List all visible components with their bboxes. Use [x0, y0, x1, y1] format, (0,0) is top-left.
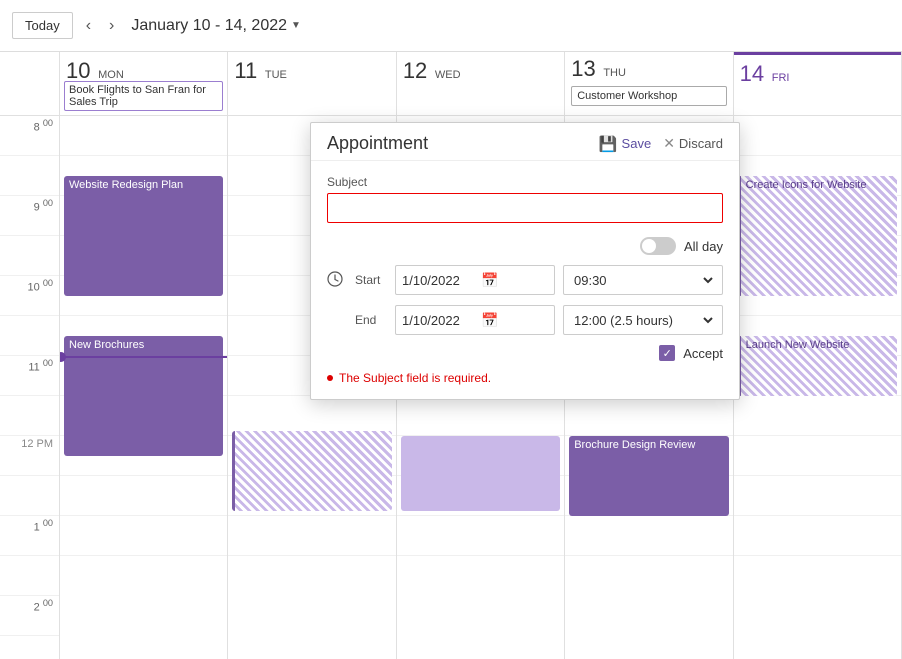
dialog-actions: 💾 Save ✕ Discard	[599, 135, 723, 153]
day-header-wed: 12 Wed	[397, 52, 564, 116]
event-create-icons[interactable]: Create Icons for Website	[738, 176, 897, 296]
day-header-fri: 14 Fri	[734, 52, 901, 116]
event-wed-bottom[interactable]	[401, 436, 560, 511]
dialog-title: Appointment	[327, 133, 428, 154]
day-name-thu: Thu	[603, 67, 626, 79]
day-header-thu: 13 Thu Customer Workshop	[565, 52, 732, 116]
time-gutter: 8 00 9 00 10 00 11 00 12 PM 1 00 2 00 3 …	[0, 52, 60, 659]
calendar-header: Today ‹ › January 10 - 14, 2022 ▼	[0, 0, 902, 52]
event-launch-website[interactable]: Launch New Website	[738, 336, 897, 396]
clock-icon	[327, 271, 347, 290]
end-date-field[interactable]	[402, 313, 477, 328]
day-columns: 10 Mon Book Flights to San Fran for Sale…	[60, 52, 902, 659]
event-new-brochures[interactable]: New Brochures	[64, 336, 223, 456]
today-button[interactable]: Today	[12, 12, 73, 39]
start-time-dropdown[interactable]: 09:30	[570, 272, 716, 289]
day-col-fri: 14 Fri Create Icons for Website Launch N…	[734, 52, 902, 659]
subject-group: Subject	[327, 175, 723, 223]
time-11h	[0, 396, 59, 436]
day-name-tue: Tue	[265, 69, 287, 81]
day-num-tue: 11	[234, 58, 257, 84]
accept-row: ✓ Accept	[327, 345, 723, 361]
time-10: 10 00	[0, 276, 59, 316]
day-name-mon: Mon	[98, 69, 124, 81]
end-label: End	[355, 313, 387, 327]
start-date-input[interactable]: 📅	[395, 265, 555, 295]
day-name-fri: Fri	[772, 72, 790, 84]
subject-input[interactable]	[327, 193, 723, 223]
time-1h	[0, 556, 59, 596]
end-date-input[interactable]: 📅	[395, 305, 555, 335]
calendar-body: 8 00 9 00 10 00 11 00 12 PM 1 00 2 00 3 …	[0, 52, 902, 659]
time-9: 9 00	[0, 196, 59, 236]
end-time-select[interactable]: 12:00 (2.5 hours)	[563, 305, 723, 335]
next-button[interactable]: ›	[104, 15, 119, 37]
event-tue-bottom1[interactable]	[232, 431, 391, 511]
calendar-icon-start[interactable]: 📅	[481, 272, 498, 289]
discard-button[interactable]: ✕ Discard	[663, 135, 723, 152]
end-time-dropdown[interactable]: 12:00 (2.5 hours)	[570, 312, 716, 329]
accept-checkbox[interactable]: ✓	[659, 345, 675, 361]
day-num-wed: 12	[403, 58, 427, 84]
day-num-fri: 14	[740, 61, 764, 87]
calendar-icon-end[interactable]: 📅	[481, 312, 498, 329]
day-col-mon: 10 Mon Book Flights to San Fran for Sale…	[60, 52, 228, 659]
start-date-field[interactable]	[402, 273, 477, 288]
day-num-thu: 13	[571, 56, 595, 82]
time-9h	[0, 236, 59, 276]
time-1: 1 00	[0, 516, 59, 556]
close-icon: ✕	[663, 135, 675, 152]
save-button[interactable]: 💾 Save	[599, 135, 651, 153]
event-website-redesign[interactable]: Website Redesign Plan	[64, 176, 223, 296]
error-row: The Subject field is required.	[327, 371, 723, 385]
event-customer-workshop[interactable]: Customer Workshop	[571, 86, 726, 106]
time-12h	[0, 476, 59, 516]
allday-toggle[interactable]	[640, 237, 676, 255]
subject-label: Subject	[327, 175, 723, 189]
date-range-caret-icon: ▼	[291, 20, 301, 31]
event-brochure-design[interactable]: Brochure Design Review	[569, 436, 728, 516]
time-2h	[0, 636, 59, 659]
time-11: 11 00	[0, 356, 59, 396]
event-book-flights[interactable]: Book Flights to San Fran for Sales Trip	[64, 81, 223, 111]
dialog-header: Appointment 💾 Save ✕ Discard	[311, 123, 739, 161]
date-range[interactable]: January 10 - 14, 2022 ▼	[131, 17, 301, 35]
error-message: The Subject field is required.	[339, 371, 491, 385]
appointment-dialog: Appointment 💾 Save ✕ Discard Subject	[310, 122, 740, 400]
start-time-select[interactable]: 09:30	[563, 265, 723, 295]
now-line	[60, 356, 227, 358]
start-label: Start	[355, 273, 387, 287]
accept-label: Accept	[683, 346, 723, 361]
allday-row: All day	[327, 237, 723, 255]
error-dot-icon	[327, 375, 333, 381]
time-2: 2 00	[0, 596, 59, 636]
save-icon: 💾	[599, 135, 618, 153]
time-12: 12 PM	[0, 436, 59, 476]
day-header-tue: 11 Tue	[228, 52, 395, 116]
day-name-wed: Wed	[435, 69, 461, 81]
prev-button[interactable]: ‹	[81, 15, 96, 37]
dialog-body: Subject All day	[311, 161, 739, 399]
time-10h	[0, 316, 59, 356]
allday-label: All day	[684, 239, 723, 254]
time-8: 8 00	[0, 116, 59, 156]
time-8h	[0, 156, 59, 196]
day-header-mon: 10 Mon Book Flights to San Fran for Sale…	[60, 52, 227, 116]
